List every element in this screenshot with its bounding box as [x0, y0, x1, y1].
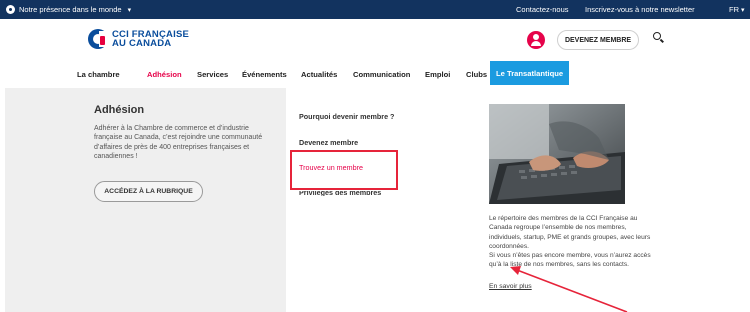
menu-item-become-member[interactable]: Devenez membre	[299, 138, 358, 147]
menu-item-why-become-member[interactable]: Pourquoi devenir membre ?	[299, 112, 394, 121]
chevron-down-icon: ▾	[741, 6, 745, 14]
search-icon[interactable]	[653, 32, 665, 46]
presence-menu[interactable]: Notre présence dans le monde ▾	[6, 0, 131, 19]
info-line: Si vous n’êtes pas encore membre, vous n…	[489, 252, 651, 260]
info-line: coordonnées.	[489, 242, 529, 250]
logo[interactable]: CCI FRANÇAISE AU CANADA	[88, 29, 189, 49]
main-nav: La chambre Adhésion Services Événements …	[0, 61, 750, 88]
nav-item-actualites[interactable]: Actualités	[301, 61, 337, 88]
info-line: individuels, startup, PME et grands grou…	[489, 233, 651, 241]
member-directory-info: Le répertoire des membres de la CCI Fran…	[489, 214, 694, 270]
user-icon[interactable]	[527, 31, 545, 49]
nav-item-chambre[interactable]: La chambre	[77, 61, 120, 88]
panel-title: Adhésion	[94, 104, 145, 116]
nav-item-services[interactable]: Services	[197, 61, 228, 88]
chevron-down-icon: ▾	[127, 6, 132, 14]
become-member-button[interactable]: DEVENEZ MEMBRE	[557, 30, 639, 50]
nav-item-emploi[interactable]: Emploi	[425, 61, 450, 88]
info-line: Le répertoire des membres de la CCI Fran…	[489, 215, 638, 222]
logo-text: CCI FRANÇAISE AU CANADA	[112, 30, 189, 49]
menu-item-member-privileges[interactable]: Privilèges des membres	[299, 191, 381, 196]
menu-item-find-member[interactable]: Trouvez un membre	[299, 163, 363, 172]
newsletter-link[interactable]: Inscrivez-vous à notre newsletter	[585, 0, 695, 19]
nav-item-transatlantique[interactable]: Le Transatlantique	[490, 61, 570, 85]
nav-item-evenements[interactable]: Événements	[242, 61, 287, 88]
language-selector[interactable]: FR ▾	[729, 0, 745, 19]
language-label: FR	[729, 5, 739, 14]
contact-link[interactable]: Contactez-nous	[516, 0, 569, 19]
header: CCI FRANÇAISE AU CANADA DEVENEZ MEMBRE	[0, 19, 750, 61]
learn-more-link[interactable]: En savoir plus	[489, 283, 532, 290]
top-bar: Notre présence dans le monde ▾ Contactez…	[0, 0, 750, 19]
logo-line2: AU CANADA	[112, 38, 172, 49]
info-line: qu’à la liste de nos membres, sans les c…	[489, 261, 630, 269]
nav-item-communication[interactable]: Communication	[353, 61, 410, 88]
info-line: Canada regroupe l’ensemble de nos membre…	[489, 224, 627, 232]
access-section-button[interactable]: ACCÉDEZ À LA RUBRIQUE	[94, 181, 203, 202]
laptop-image	[489, 104, 625, 204]
presence-label: Notre présence dans le monde	[19, 5, 122, 14]
globe-icon	[6, 5, 15, 14]
cci-logo-icon	[88, 29, 108, 49]
nav-item-adhesion[interactable]: Adhésion	[147, 61, 182, 88]
nav-item-clubs[interactable]: Clubs	[466, 61, 487, 88]
laptop-photo	[489, 104, 625, 204]
panel-description: Adhérer à la Chambre de commerce et d’in…	[94, 125, 263, 160]
